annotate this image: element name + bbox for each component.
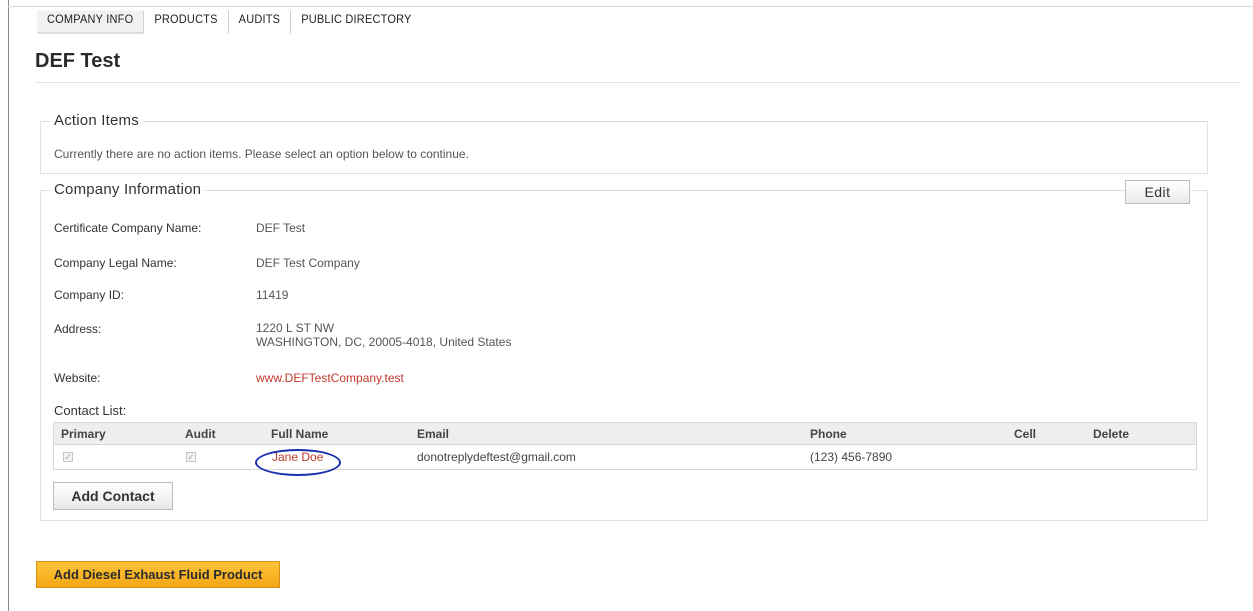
page-title: DEF Test [35, 50, 121, 72]
audit-checkbox[interactable]: ✓ [186, 452, 196, 462]
company-legal-name-label: Company Legal Name: [54, 256, 177, 270]
col-delete: Delete [1093, 426, 1130, 441]
col-cell: Cell [1014, 426, 1037, 441]
contact-name-link[interactable]: Jane Doe [272, 445, 323, 469]
certificate-company-name-label: Certificate Company Name: [54, 221, 202, 235]
top-nav-tabs: COMPANY INFO PRODUCTS AUDITS PUBLIC DIRE… [37, 10, 422, 34]
contact-table: Primary Audit Full Name Email Phone Cell… [53, 422, 1197, 470]
website-label: Website: [54, 371, 101, 385]
action-items-legend-rule [150, 121, 1208, 122]
table-row: ✓ ✓ Jane Doe donotreplydeftest@gmail.com… [54, 445, 1196, 469]
edit-button[interactable]: Edit [1125, 180, 1190, 204]
tab-products[interactable]: PRODUCTS [144, 10, 229, 34]
address-line-1: 1220 L ST NW [256, 321, 335, 335]
company-info-panel [40, 190, 1208, 521]
col-full-name: Full Name [271, 426, 329, 441]
website-link[interactable]: www.DEFTestCompany.test [256, 371, 404, 385]
col-audit: Audit [185, 426, 216, 441]
company-legal-name-value: DEF Test Company [256, 256, 360, 270]
company-info-legend: Company Information [50, 181, 206, 198]
primary-checkbox-cell: ✓ [63, 445, 73, 469]
action-items-legend: Action Items [50, 112, 143, 129]
company-id-label: Company ID: [54, 288, 125, 302]
add-contact-button[interactable]: Add Contact [53, 482, 173, 510]
contact-phone: (123) 456-7890 [810, 450, 893, 464]
action-items-message: Currently there are no action items. Ple… [54, 147, 469, 161]
company-id-value: 11419 [256, 288, 289, 302]
company-info-legend-rule [210, 190, 1120, 191]
col-phone: Phone [810, 426, 847, 441]
col-email: Email [417, 426, 450, 441]
window-frame-top [8, 6, 1253, 7]
tab-public-directory[interactable]: PUBLIC DIRECTORY [291, 10, 421, 33]
add-def-product-button[interactable]: Add Diesel Exhaust Fluid Product [36, 561, 280, 588]
audit-checkbox-cell: ✓ [186, 445, 196, 469]
tab-company-info[interactable]: COMPANY INFO [37, 10, 145, 34]
primary-checkbox[interactable]: ✓ [63, 452, 73, 462]
address-line-2: WASHINGTON, DC, 20005-4018, United State… [256, 335, 512, 349]
contact-list-label: Contact List: [54, 403, 127, 418]
tab-audits[interactable]: AUDITS [229, 10, 292, 34]
contact-table-header: Primary Audit Full Name Email Phone Cell… [54, 423, 1196, 445]
col-primary: Primary [61, 426, 106, 441]
contact-email: donotreplydeftest@gmail.com [417, 450, 576, 464]
address-label: Address: [54, 322, 102, 336]
certificate-company-name-value: DEF Test [256, 221, 306, 235]
title-divider [35, 82, 1240, 83]
window-frame-left [8, 0, 9, 611]
